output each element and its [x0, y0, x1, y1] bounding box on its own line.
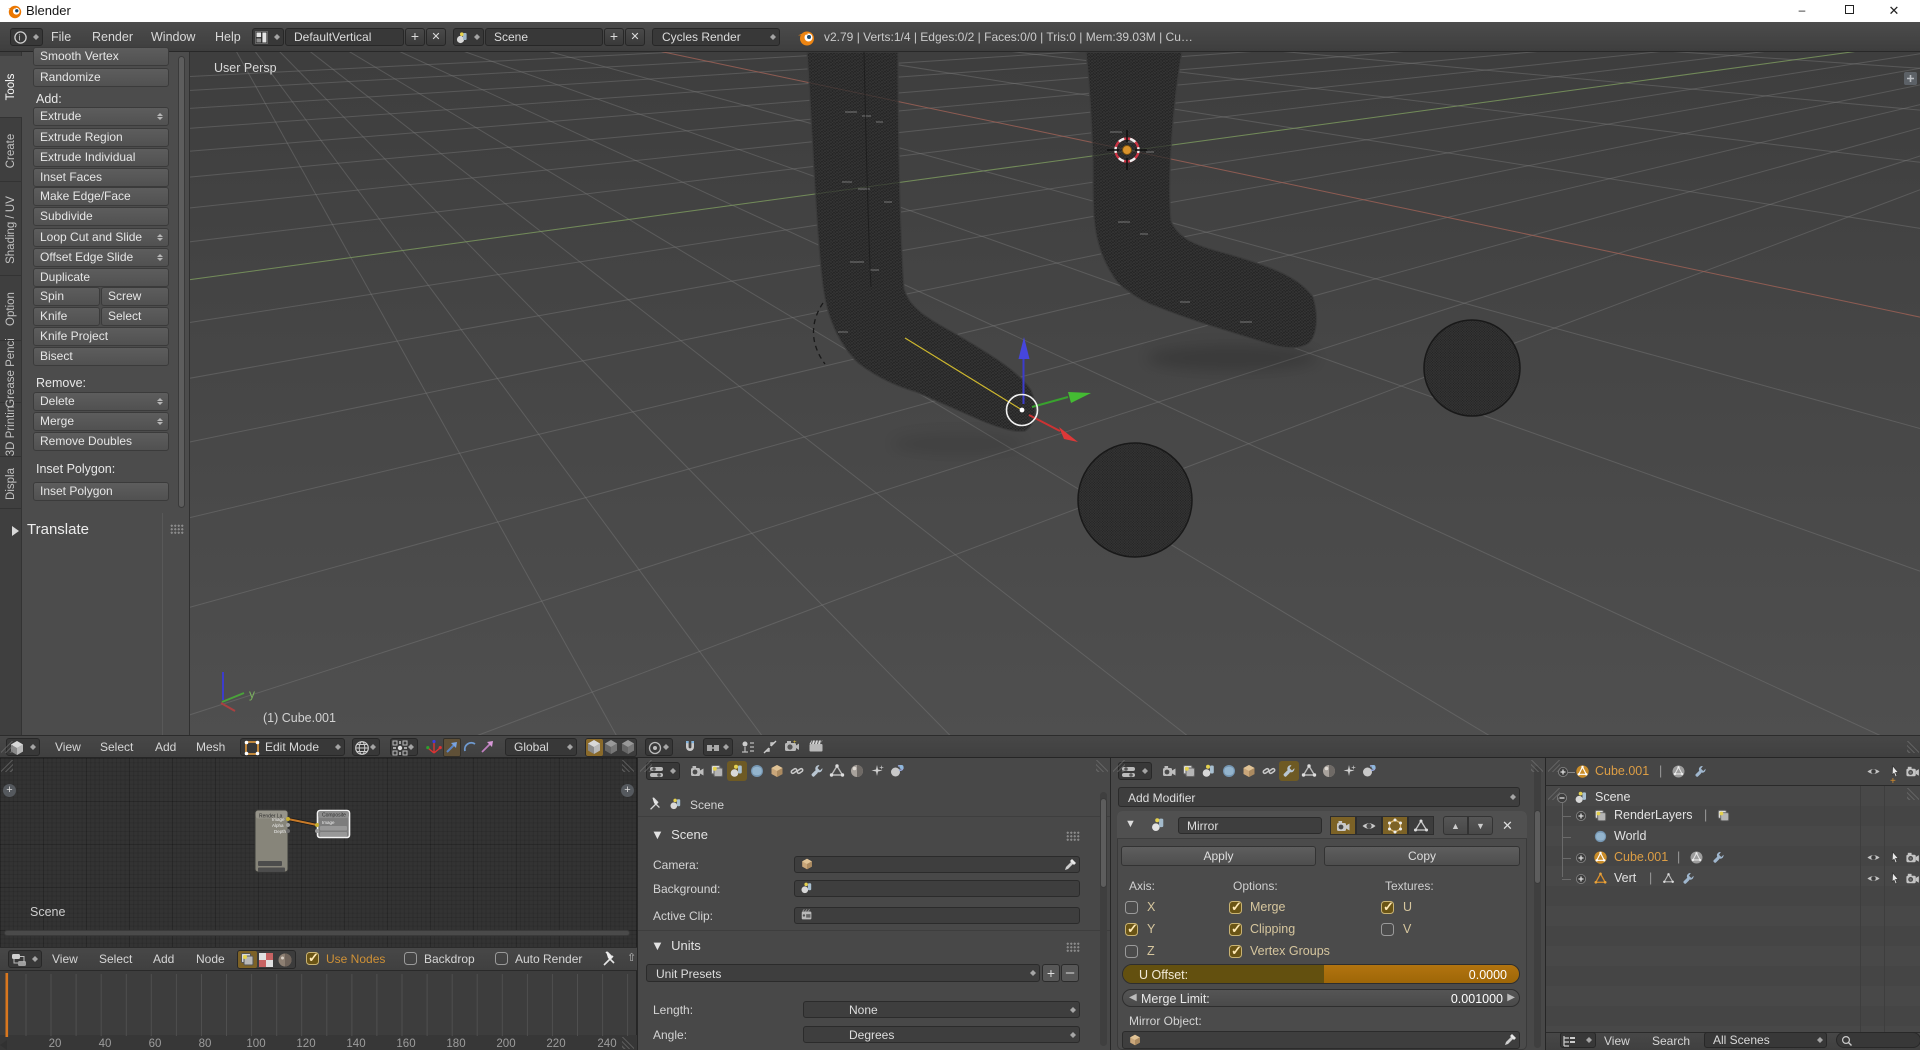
svg-text:140: 140: [346, 1038, 365, 1050]
svg-text:220: 220: [546, 1038, 565, 1050]
svg-text:180: 180: [446, 1038, 465, 1050]
svg-text:200: 200: [496, 1038, 515, 1050]
svg-text:y: y: [249, 687, 255, 701]
svg-text:120: 120: [296, 1038, 315, 1050]
svg-text:Composite: Composite: [322, 813, 346, 819]
svg-text:Image: Image: [272, 817, 285, 822]
svg-text:100: 100: [246, 1038, 265, 1050]
svg-text:(1) Cube.001: (1) Cube.001: [263, 711, 336, 725]
svg-text:+: +: [793, 740, 797, 746]
svg-text:Image: Image: [322, 820, 335, 825]
svg-text:80: 80: [199, 1038, 212, 1050]
svg-text:20: 20: [49, 1038, 62, 1050]
svg-text:160: 160: [396, 1038, 415, 1050]
svg-text:Alpha: Alpha: [272, 823, 284, 828]
svg-text:Depth: Depth: [274, 829, 287, 834]
svg-text:60: 60: [149, 1038, 162, 1050]
svg-text:40: 40: [99, 1038, 112, 1050]
svg-text:i: i: [19, 33, 21, 43]
svg-text:User Persp: User Persp: [214, 61, 277, 75]
svg-text:240: 240: [597, 1038, 616, 1050]
svg-text:Scene: Scene: [30, 905, 65, 919]
